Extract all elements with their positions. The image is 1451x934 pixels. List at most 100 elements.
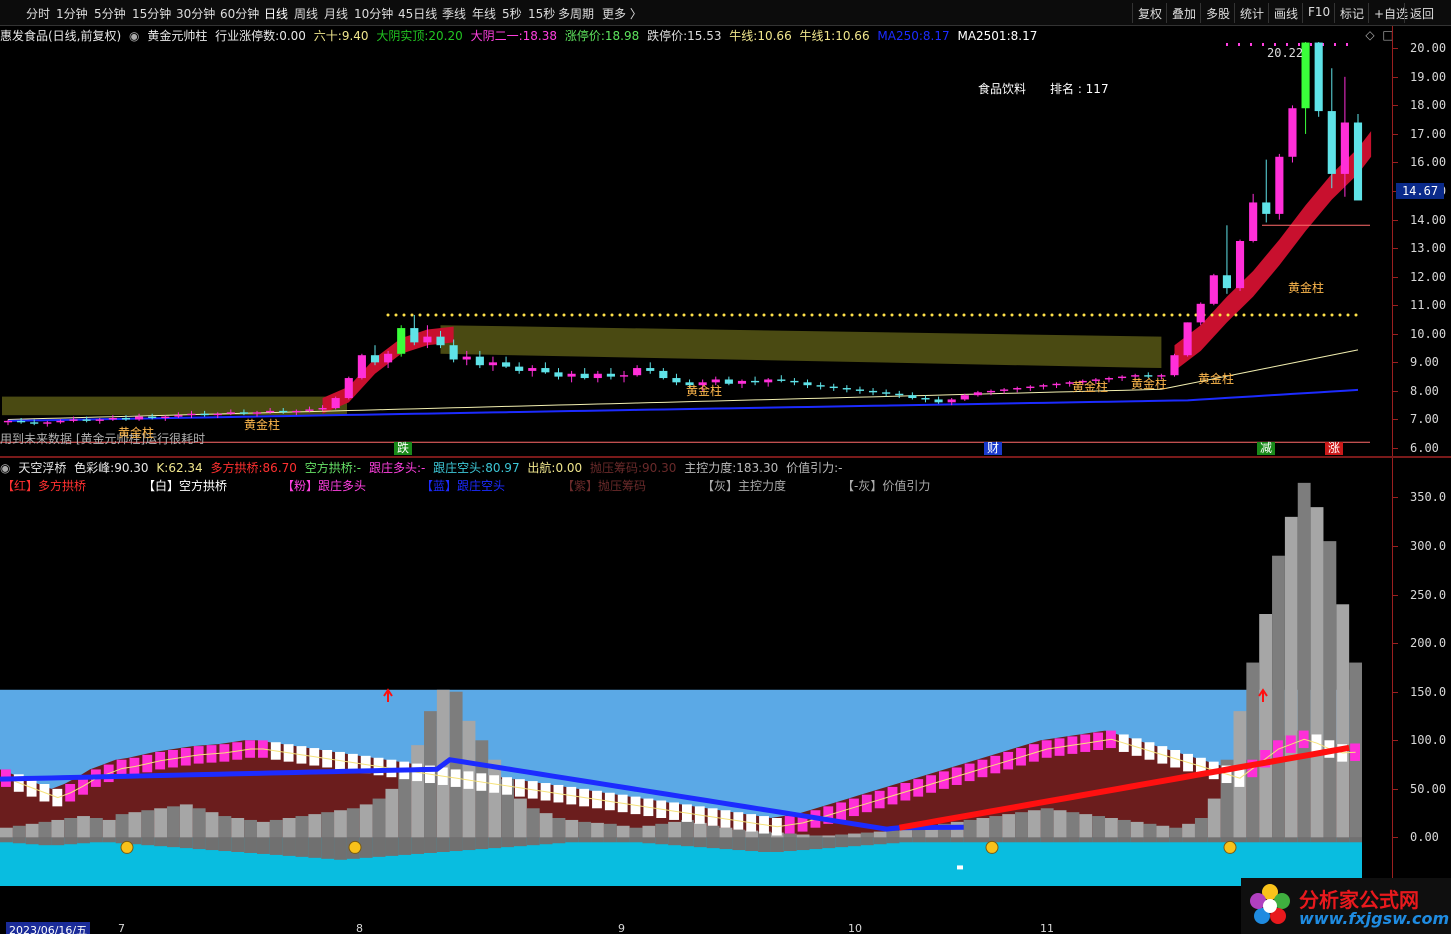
candle-body (410, 328, 419, 343)
candle-body (279, 410, 288, 413)
period-tab-10[interactable]: 45日线 (398, 5, 437, 22)
control-bar (359, 804, 373, 838)
candle-body (580, 373, 589, 379)
value-pull-bar (603, 837, 617, 843)
resistance-dot (1346, 313, 1350, 317)
value-pull-bar (372, 837, 386, 857)
event-marker-die[interactable]: 跌 (394, 442, 413, 455)
period-tab-4[interactable]: 30分钟 (176, 5, 215, 22)
candle-body (659, 370, 668, 379)
value-pull-bar (963, 837, 977, 843)
gold-label: 黄金柱 (1288, 281, 1325, 295)
control-bar (565, 819, 579, 838)
toolbar-button-5[interactable]: F10 (1302, 3, 1335, 23)
candle-body (515, 366, 524, 371)
resistance-dot (418, 313, 422, 317)
control-bar (321, 812, 335, 838)
resistance-dot (794, 313, 798, 317)
control-bar (603, 823, 617, 838)
date-axis: 2023/06/16/五 7 8 9 10 11 (0, 922, 1451, 934)
candle-body (960, 395, 969, 400)
period-tab-5[interactable]: 60分钟 (220, 5, 259, 22)
value-pull-bar (796, 837, 810, 851)
resistance-dot (874, 313, 878, 317)
value-pull-bar (745, 837, 759, 852)
candle-body (344, 378, 353, 399)
control-bar (1336, 604, 1350, 838)
resistance-dot (1210, 313, 1214, 317)
y-tick-label: 9.00 (1410, 355, 1439, 370)
control-bar (1117, 819, 1131, 838)
resistance-dot (1090, 313, 1094, 317)
toolbar-button-0[interactable]: 复权 (1132, 3, 1167, 23)
value-pull-bar (77, 837, 90, 844)
candle-body (646, 368, 655, 371)
value-pull-bar (269, 837, 283, 855)
period-tab-2[interactable]: 5分钟 (94, 5, 126, 22)
toolbar-button-6[interactable]: 标记 (1334, 3, 1369, 23)
period-tab-0[interactable]: 分时 (26, 5, 50, 22)
period-tab-7[interactable]: 周线 (294, 5, 318, 22)
top-marker-dot (1310, 43, 1312, 46)
value-pull-bar (848, 837, 861, 847)
toolbar-button-3[interactable]: 统计 (1234, 3, 1269, 23)
control-bar (1027, 810, 1041, 838)
control-bar (51, 819, 65, 838)
period-tab-13[interactable]: 5秒 (502, 5, 522, 22)
control-bar (1259, 614, 1273, 838)
control-bar (1053, 810, 1067, 838)
period-tab-11[interactable]: 季线 (442, 5, 466, 22)
period-tab-8[interactable]: 月线 (324, 5, 348, 22)
control-bar (449, 691, 463, 838)
toolbar-button-1[interactable]: 叠加 (1166, 3, 1201, 23)
period-tab-9[interactable]: 10分钟 (354, 5, 393, 22)
resistance-dot (394, 313, 398, 317)
period-tab-6[interactable]: 日线 (264, 5, 288, 22)
candle-body (1262, 202, 1271, 214)
candle-body (1183, 322, 1192, 356)
gold-label: 黄金柱 (244, 418, 281, 432)
control-bar (963, 819, 977, 838)
event-marker-jian[interactable]: 减 (1257, 442, 1276, 455)
resistance-dot (858, 313, 862, 317)
toolbar-button-4[interactable]: 画线 (1268, 3, 1303, 23)
candle-body (829, 386, 838, 389)
period-toolbar: 分时 1分钟 5分钟 15分钟 30分钟 60分钟 日线 周线 月线 10分钟 45日线 季线 年线 5秒… (0, 0, 1451, 26)
period-tab-3[interactable]: 15分钟 (132, 5, 171, 22)
control-bar (1310, 507, 1324, 838)
rank-label: 排名 : 117 (1050, 82, 1109, 96)
control-bar (1105, 818, 1118, 838)
event-marker-cai[interactable]: 财 (984, 442, 1003, 455)
period-tab-1[interactable]: 1分钟 (56, 5, 88, 22)
candle-body (475, 356, 484, 366)
candle-body (108, 418, 117, 420)
resistance-dot (722, 313, 726, 317)
control-bar (115, 814, 129, 838)
period-tab-15[interactable]: 多周期 (558, 5, 594, 22)
resistance-dot (578, 313, 582, 317)
site-watermark: 分析家公式网 www.fxjgsw.com (1241, 878, 1451, 934)
candle-body (357, 355, 366, 379)
top-marker-dot (1238, 43, 1240, 46)
control-bar (1297, 482, 1311, 838)
y-tick-label: 16.00 (1410, 155, 1447, 170)
resistance-dot (738, 313, 742, 317)
resistance-dot (402, 313, 406, 317)
control-bar (860, 832, 874, 838)
value-pull-bar (1156, 837, 1170, 843)
resistance-dot (754, 313, 758, 317)
toolbar-button-2[interactable]: 多股 (1200, 3, 1235, 23)
candle-body (1196, 303, 1205, 323)
toolbar-button-8[interactable]: 返回 (1404, 3, 1439, 23)
period-tab-14[interactable]: 15秒 (528, 5, 555, 22)
overlay-note: 用到未来数据 [黄金元帅柱]运行很耗时 (0, 432, 206, 446)
y-tick-mark (1392, 48, 1398, 50)
period-tab-12[interactable]: 年线 (472, 5, 496, 22)
value-pull-bar (668, 837, 681, 846)
control-bar (655, 823, 669, 838)
period-tab-16[interactable]: 更多 〉 (602, 5, 642, 22)
y-tick-mark (1392, 219, 1398, 221)
control-bar (873, 831, 887, 838)
event-marker-zhang[interactable]: 涨 (1325, 442, 1344, 455)
candle-body (436, 336, 445, 346)
